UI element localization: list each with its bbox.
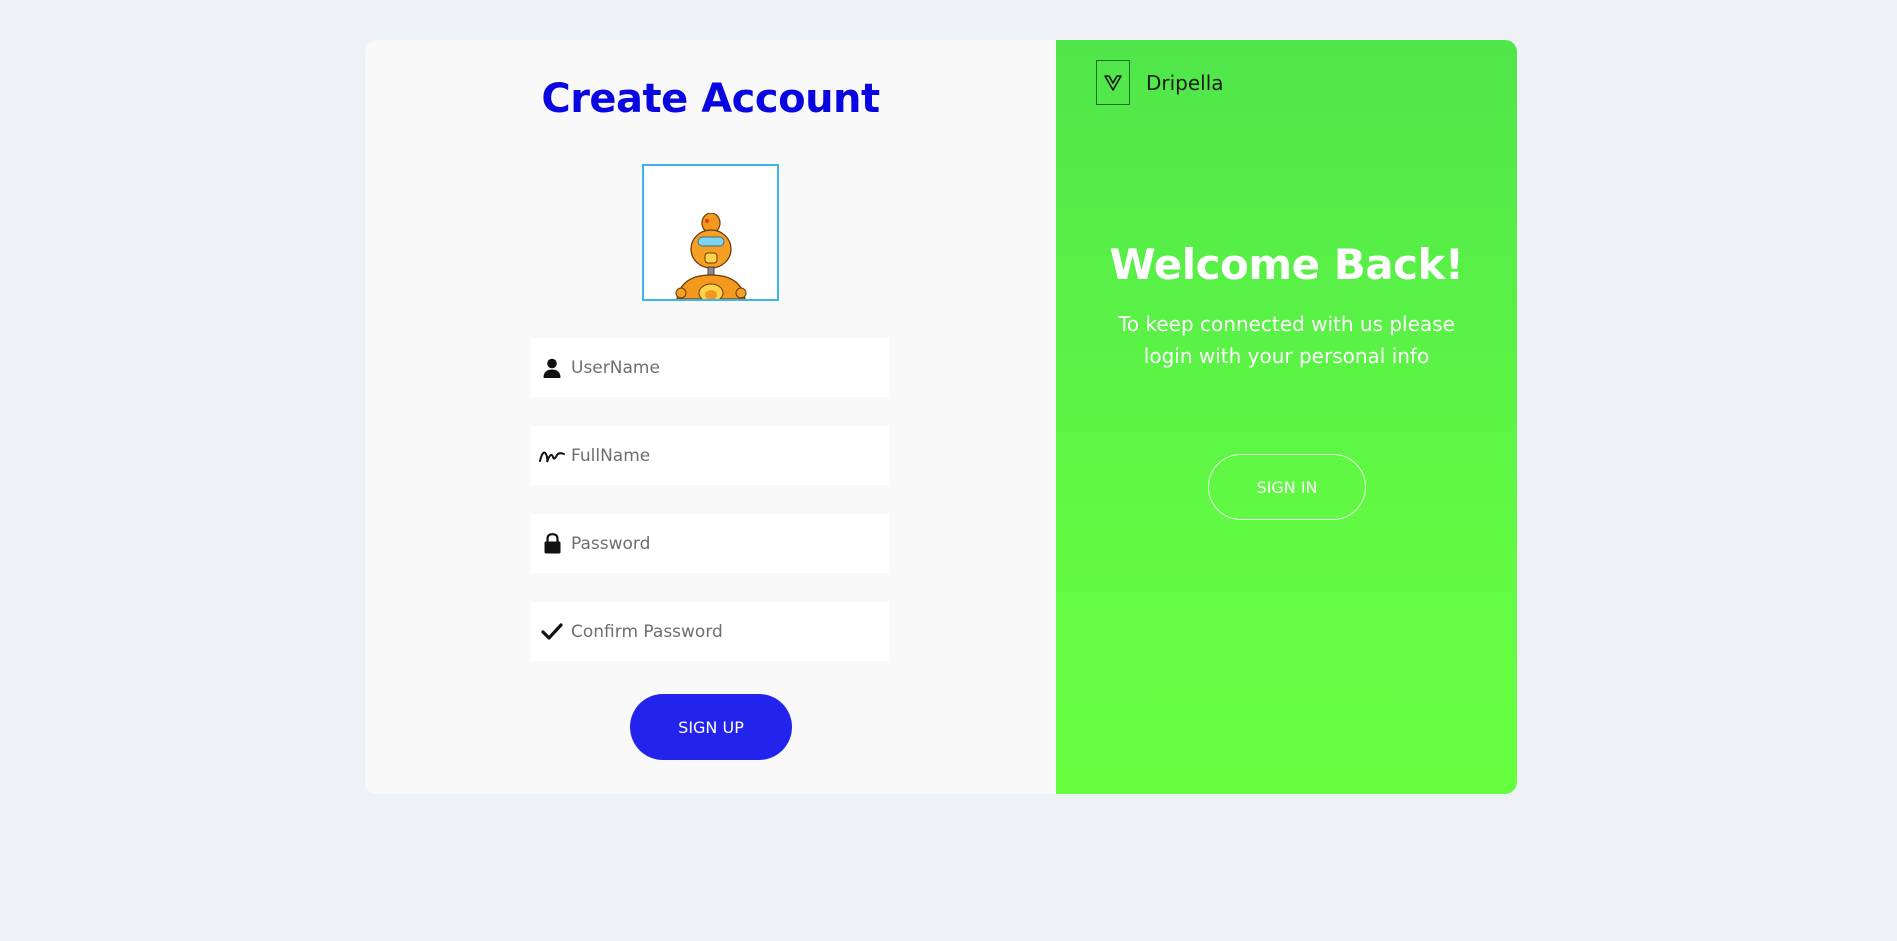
fullname-input[interactable] — [571, 426, 889, 485]
brand[interactable]: Dripella — [1096, 60, 1224, 105]
signin-button[interactable]: SIGN IN — [1208, 454, 1366, 520]
welcome-subtext: To keep connected with us please login w… — [1118, 312, 1455, 368]
password-field — [531, 514, 889, 573]
welcome-panel: Dripella Welcome Back! To keep connected… — [1056, 40, 1517, 794]
robot-avatar — [675, 213, 746, 299]
user-icon — [531, 338, 571, 397]
signup-panel: Create Account UserName FullName SIGN UP — [365, 40, 1056, 794]
username-input[interactable] — [571, 338, 889, 397]
username-field — [531, 338, 889, 397]
avatar-upload[interactable] — [642, 164, 779, 301]
lock-icon — [531, 514, 571, 573]
page-title: Create Account — [541, 76, 880, 122]
auth-card: Create Account UserName FullName SIGN UP… — [365, 40, 1517, 794]
password-input[interactable] — [571, 514, 889, 573]
confirm-password-input[interactable] — [571, 602, 889, 661]
signup-button[interactable]: SIGN UP — [630, 694, 792, 760]
brand-name: Dripella — [1146, 70, 1224, 95]
confirm-password-field — [531, 602, 889, 661]
signature-icon — [531, 426, 571, 485]
check-icon — [531, 602, 571, 661]
welcome-heading: Welcome Back! — [1109, 240, 1464, 289]
fullname-field — [531, 426, 889, 485]
vue-logo-icon — [1096, 60, 1130, 105]
